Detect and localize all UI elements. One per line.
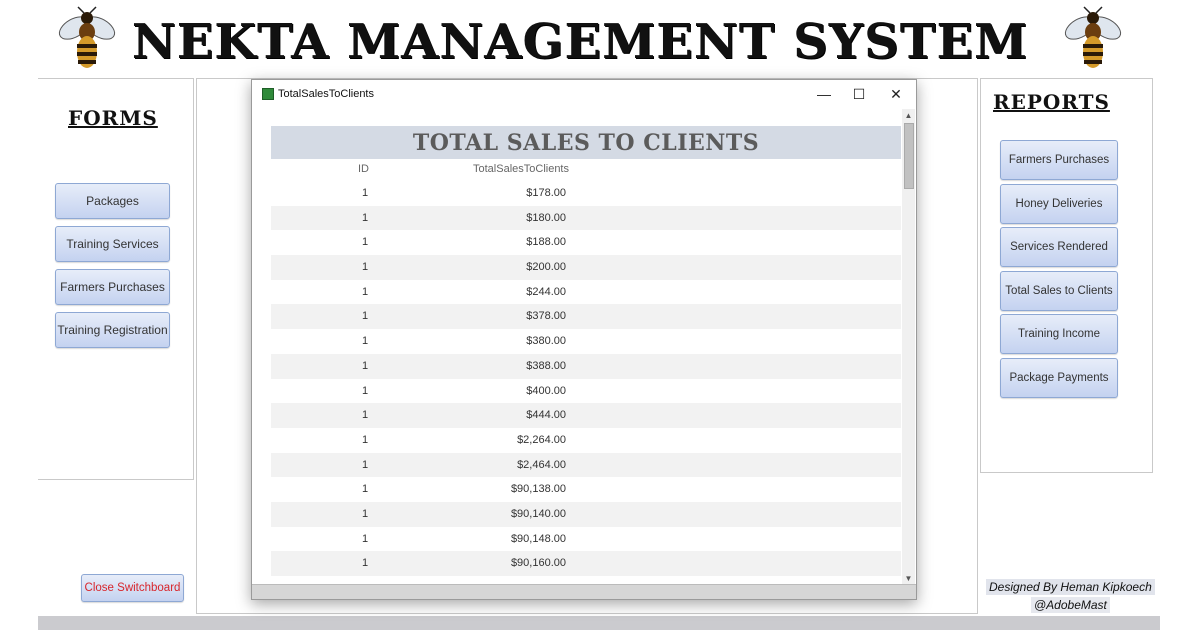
row-total: $2,264.00: [517, 433, 566, 446]
column-header-id: ID: [358, 163, 369, 175]
training-income-report-button[interactable]: Training Income: [1000, 314, 1118, 354]
table-row: 1 $2,264.00: [271, 428, 901, 453]
row-id: 1: [361, 507, 369, 520]
row-id: 1: [361, 384, 369, 397]
table-row: 1 $244.00: [271, 280, 901, 305]
window-footer-bar: [252, 584, 916, 599]
report-icon: [262, 88, 274, 100]
row-total: $90,140.00: [510, 507, 566, 520]
table-row: 1 $90,140.00: [271, 501, 901, 527]
honey-deliveries-report-button[interactable]: Honey Deliveries: [1000, 184, 1118, 224]
row-total: $388.00: [526, 359, 566, 372]
table-row: 1 $2,464.00: [271, 452, 901, 478]
status-bar: [38, 616, 1160, 630]
window-title: TotalSalesToClients: [278, 88, 374, 100]
bee-icon: [58, 6, 116, 68]
row-total: $380.00: [526, 335, 566, 348]
table-row: 1 $388.00: [271, 353, 901, 379]
farmers-purchases-report-button[interactable]: Farmers Purchases: [1000, 140, 1118, 180]
credits-author: Designed By Heman Kipkoech: [986, 579, 1155, 595]
row-id: 1: [361, 409, 369, 422]
table-row: 1 $90,138.00: [271, 477, 901, 502]
row-total: $90,148.00: [510, 532, 566, 545]
table-row: 1 $378.00: [271, 304, 901, 330]
row-total: $90,138.00: [510, 483, 566, 496]
row-total: $180.00: [526, 211, 566, 224]
minimize-icon[interactable]: —: [812, 84, 836, 104]
row-id: 1: [361, 359, 369, 372]
close-icon[interactable]: ✕: [884, 84, 908, 104]
row-total: $188.00: [526, 236, 566, 249]
report-window: TotalSalesToClients — ☐ ✕ TOTAL SALES TO…: [251, 79, 917, 600]
table-row: 1 $400.00: [271, 379, 901, 404]
report-title: TOTAL SALES TO CLIENTS: [412, 130, 760, 156]
report-header: TOTAL SALES TO CLIENTS: [271, 126, 901, 159]
vertical-scrollbar[interactable]: ▲ ▼: [902, 109, 915, 585]
farmers-purchases-form-button[interactable]: Farmers Purchases: [55, 269, 170, 305]
close-switchboard-button[interactable]: Close Switchboard: [81, 574, 184, 602]
row-id: 1: [361, 557, 369, 570]
row-total: $90,160.00: [510, 557, 566, 570]
row-id: 1: [361, 433, 369, 446]
table-row: 1 $90,160.00: [271, 551, 901, 576]
bee-icon: [1064, 6, 1122, 68]
package-payments-report-button[interactable]: Package Payments: [1000, 358, 1118, 398]
forms-heading: FORMS: [68, 106, 158, 130]
row-total: $2,464.00: [517, 458, 566, 471]
row-id: 1: [361, 261, 369, 274]
row-id: 1: [361, 458, 369, 471]
table-row: 1 $200.00: [271, 255, 901, 280]
table-row: 1 $178.00: [271, 181, 901, 206]
table-row: 1 $180.00: [271, 205, 901, 231]
row-total: $378.00: [526, 310, 566, 323]
credits-handle: @AdobeMast: [1031, 597, 1110, 613]
scroll-thumb[interactable]: [904, 123, 914, 189]
column-header-total: TotalSalesToClients: [473, 163, 569, 175]
row-total: $178.00: [526, 187, 566, 199]
row-id: 1: [361, 335, 369, 348]
reports-heading: REPORTS: [993, 90, 1110, 114]
row-id: 1: [361, 211, 369, 224]
table-row: 1 $188.00: [271, 230, 901, 255]
total-sales-report-button[interactable]: Total Sales to Clients: [1000, 271, 1118, 311]
table-row: 1 $90,148.00: [271, 527, 901, 552]
row-id: 1: [361, 483, 369, 496]
packages-button[interactable]: Packages: [55, 183, 170, 219]
credits: Designed By Heman Kipkoech @AdobeMast: [986, 579, 1155, 613]
row-id: 1: [361, 187, 369, 199]
table-row: 1 $380.00: [271, 329, 901, 354]
row-id: 1: [361, 285, 369, 298]
row-id: 1: [361, 310, 369, 323]
row-total: $444.00: [526, 409, 566, 422]
row-total: $200.00: [526, 261, 566, 274]
window-titlebar[interactable]: TotalSalesToClients — ☐ ✕: [252, 80, 916, 108]
scroll-up-icon[interactable]: ▲: [902, 109, 915, 122]
services-rendered-report-button[interactable]: Services Rendered: [1000, 227, 1118, 267]
report-rows: 1 $178.00 1 $180.00 1 $188.00 1 $200.00 1 $244.00…: [271, 181, 901, 577]
training-services-button[interactable]: Training Services: [55, 226, 170, 262]
training-registration-button[interactable]: Training Registration: [55, 312, 170, 348]
row-total: $244.00: [526, 285, 566, 298]
row-id: 1: [361, 532, 369, 545]
app-title: NEKTA MANAGEMENT SYSTEM: [131, 14, 1029, 70]
maximize-icon[interactable]: ☐: [847, 84, 871, 104]
row-total: $400.00: [526, 384, 566, 397]
row-id: 1: [361, 236, 369, 249]
table-row: 1 $444.00: [271, 403, 901, 428]
